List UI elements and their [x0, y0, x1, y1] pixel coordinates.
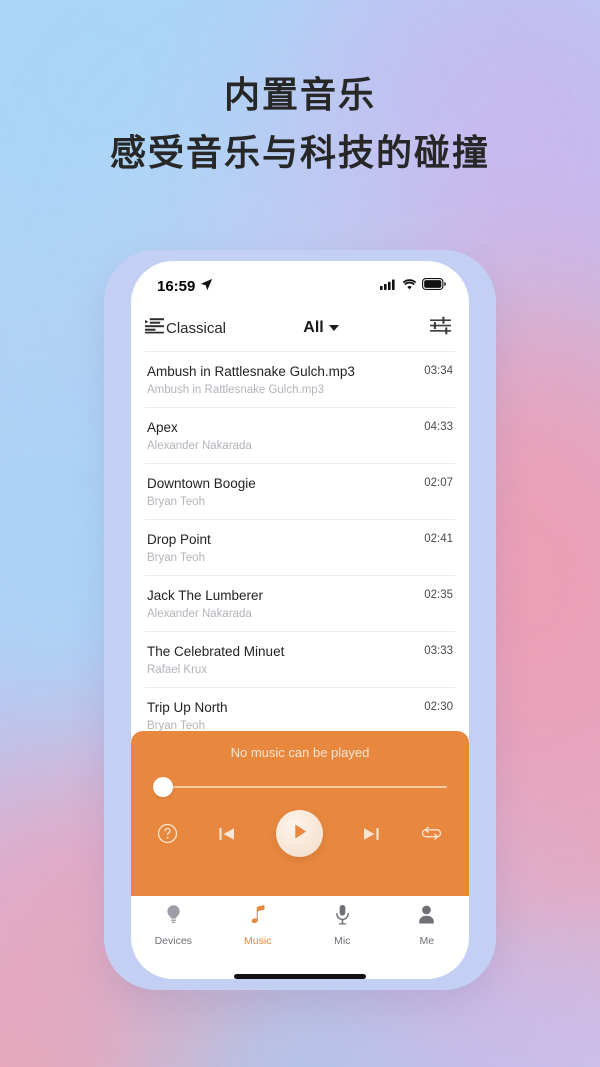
battery-full-icon — [422, 277, 447, 295]
progress-track — [161, 786, 447, 789]
tab-me[interactable]: Me — [385, 904, 470, 947]
tab-label: Devices — [154, 935, 192, 948]
track-title: Drop Point — [147, 532, 211, 547]
person-icon — [417, 904, 436, 930]
tab-label: Me — [419, 935, 435, 948]
track-title: Apex — [147, 420, 178, 435]
chevron-down-icon[interactable] — [328, 325, 339, 331]
play-button[interactable] — [275, 810, 323, 858]
home-indicator[interactable] — [234, 974, 366, 979]
location-arrow-icon — [200, 278, 213, 295]
lightbulb-icon — [164, 904, 183, 930]
track-duration: 02:35 — [424, 589, 453, 601]
repeat-loop-icon[interactable] — [420, 824, 443, 844]
track-duration: 02:41 — [424, 533, 453, 545]
phone-screen: 16:59 Classical All Ambush in Rattlesnak… — [131, 261, 469, 979]
wifi-icon — [402, 277, 417, 295]
track-artist: Bryan Teoh — [147, 552, 205, 564]
music-note-icon — [249, 904, 266, 930]
equalizer-settings-icon[interactable] — [430, 316, 451, 340]
cellular-signal-icon — [380, 277, 397, 295]
tab-devices[interactable]: Devices — [131, 904, 216, 947]
track-title: Jack The Lumberer — [147, 588, 264, 603]
track-row[interactable]: Ambush in Rattlesnake Gulch.mp3 Ambush i… — [145, 351, 455, 407]
next-track-icon[interactable] — [360, 823, 382, 845]
track-duration: 02:30 — [424, 701, 453, 713]
play-icon — [290, 822, 309, 846]
app-header: Classical All — [131, 305, 469, 351]
track-artist: Bryan Teoh — [147, 720, 205, 732]
headline: 内置音乐 感受音乐与科技的碰撞 — [0, 72, 600, 176]
tab-bar: Devices Music Mic Me — [131, 896, 470, 969]
track-duration: 04:33 — [424, 421, 453, 433]
tab-music[interactable]: Music — [216, 904, 301, 947]
previous-track-icon[interactable] — [216, 823, 238, 845]
track-artist: Rafael Krux — [147, 664, 208, 676]
track-title: Ambush in Rattlesnake Gulch.mp3 — [147, 364, 355, 379]
phone-mockup: 16:59 Classical All Ambush in Rattlesnak… — [104, 250, 496, 990]
tab-label: Music — [244, 935, 272, 948]
track-title: Downtown Boogie — [147, 476, 256, 491]
track-title: The Celebrated Minuet — [147, 644, 285, 659]
track-row[interactable]: Trip Up North Bryan Teoh 02:30 — [145, 687, 455, 731]
headline-line-2: 感受音乐与科技的碰撞 — [109, 132, 490, 173]
help-circle-icon[interactable] — [157, 823, 178, 844]
player-controls — [131, 800, 469, 858]
status-bar: 16:59 — [131, 261, 469, 305]
player-status-text: No music can be played — [230, 745, 370, 761]
track-row[interactable]: Drop Point Bryan Teoh 02:41 — [145, 519, 455, 575]
track-duration: 03:34 — [424, 365, 453, 377]
track-row[interactable]: Jack The Lumberer Alexander Nakarada 02:… — [145, 575, 455, 631]
track-row[interactable]: Downtown Boogie Bryan Teoh 02:07 — [145, 463, 455, 519]
track-duration: 03:33 — [424, 645, 453, 657]
tab-label: Mic — [334, 935, 351, 948]
track-artist: Alexander Nakarada — [147, 440, 252, 452]
track-artist: Ambush in Rattlesnake Gulch.mp3 — [147, 384, 325, 396]
filter-dropdown[interactable]: All — [212, 319, 430, 337]
track-duration: 02:07 — [424, 477, 453, 489]
player-panel: No music can be played — [131, 731, 469, 897]
playlist-queue-icon[interactable] — [145, 317, 164, 339]
headline-line-1: 内置音乐 — [223, 74, 376, 115]
track-artist: Bryan Teoh — [147, 496, 205, 508]
status-time: 16:59 — [157, 277, 196, 295]
progress-knob[interactable] — [153, 777, 173, 798]
microphone-icon — [334, 904, 351, 930]
progress-slider[interactable] — [131, 774, 469, 800]
track-row[interactable]: Apex Alexander Nakarada 04:33 — [145, 407, 455, 463]
track-list[interactable]: Ambush in Rattlesnake Gulch.mp3 Ambush i… — [131, 351, 469, 731]
status-bar-right — [380, 277, 447, 295]
track-artist: Alexander Nakarada — [147, 608, 252, 620]
filter-label[interactable]: All — [303, 319, 323, 337]
status-bar-left: 16:59 — [157, 278, 213, 295]
tab-mic[interactable]: Mic — [300, 904, 385, 947]
track-title: Trip Up North — [147, 700, 228, 715]
track-row[interactable]: The Celebrated Minuet Rafael Krux 03:33 — [145, 631, 455, 687]
